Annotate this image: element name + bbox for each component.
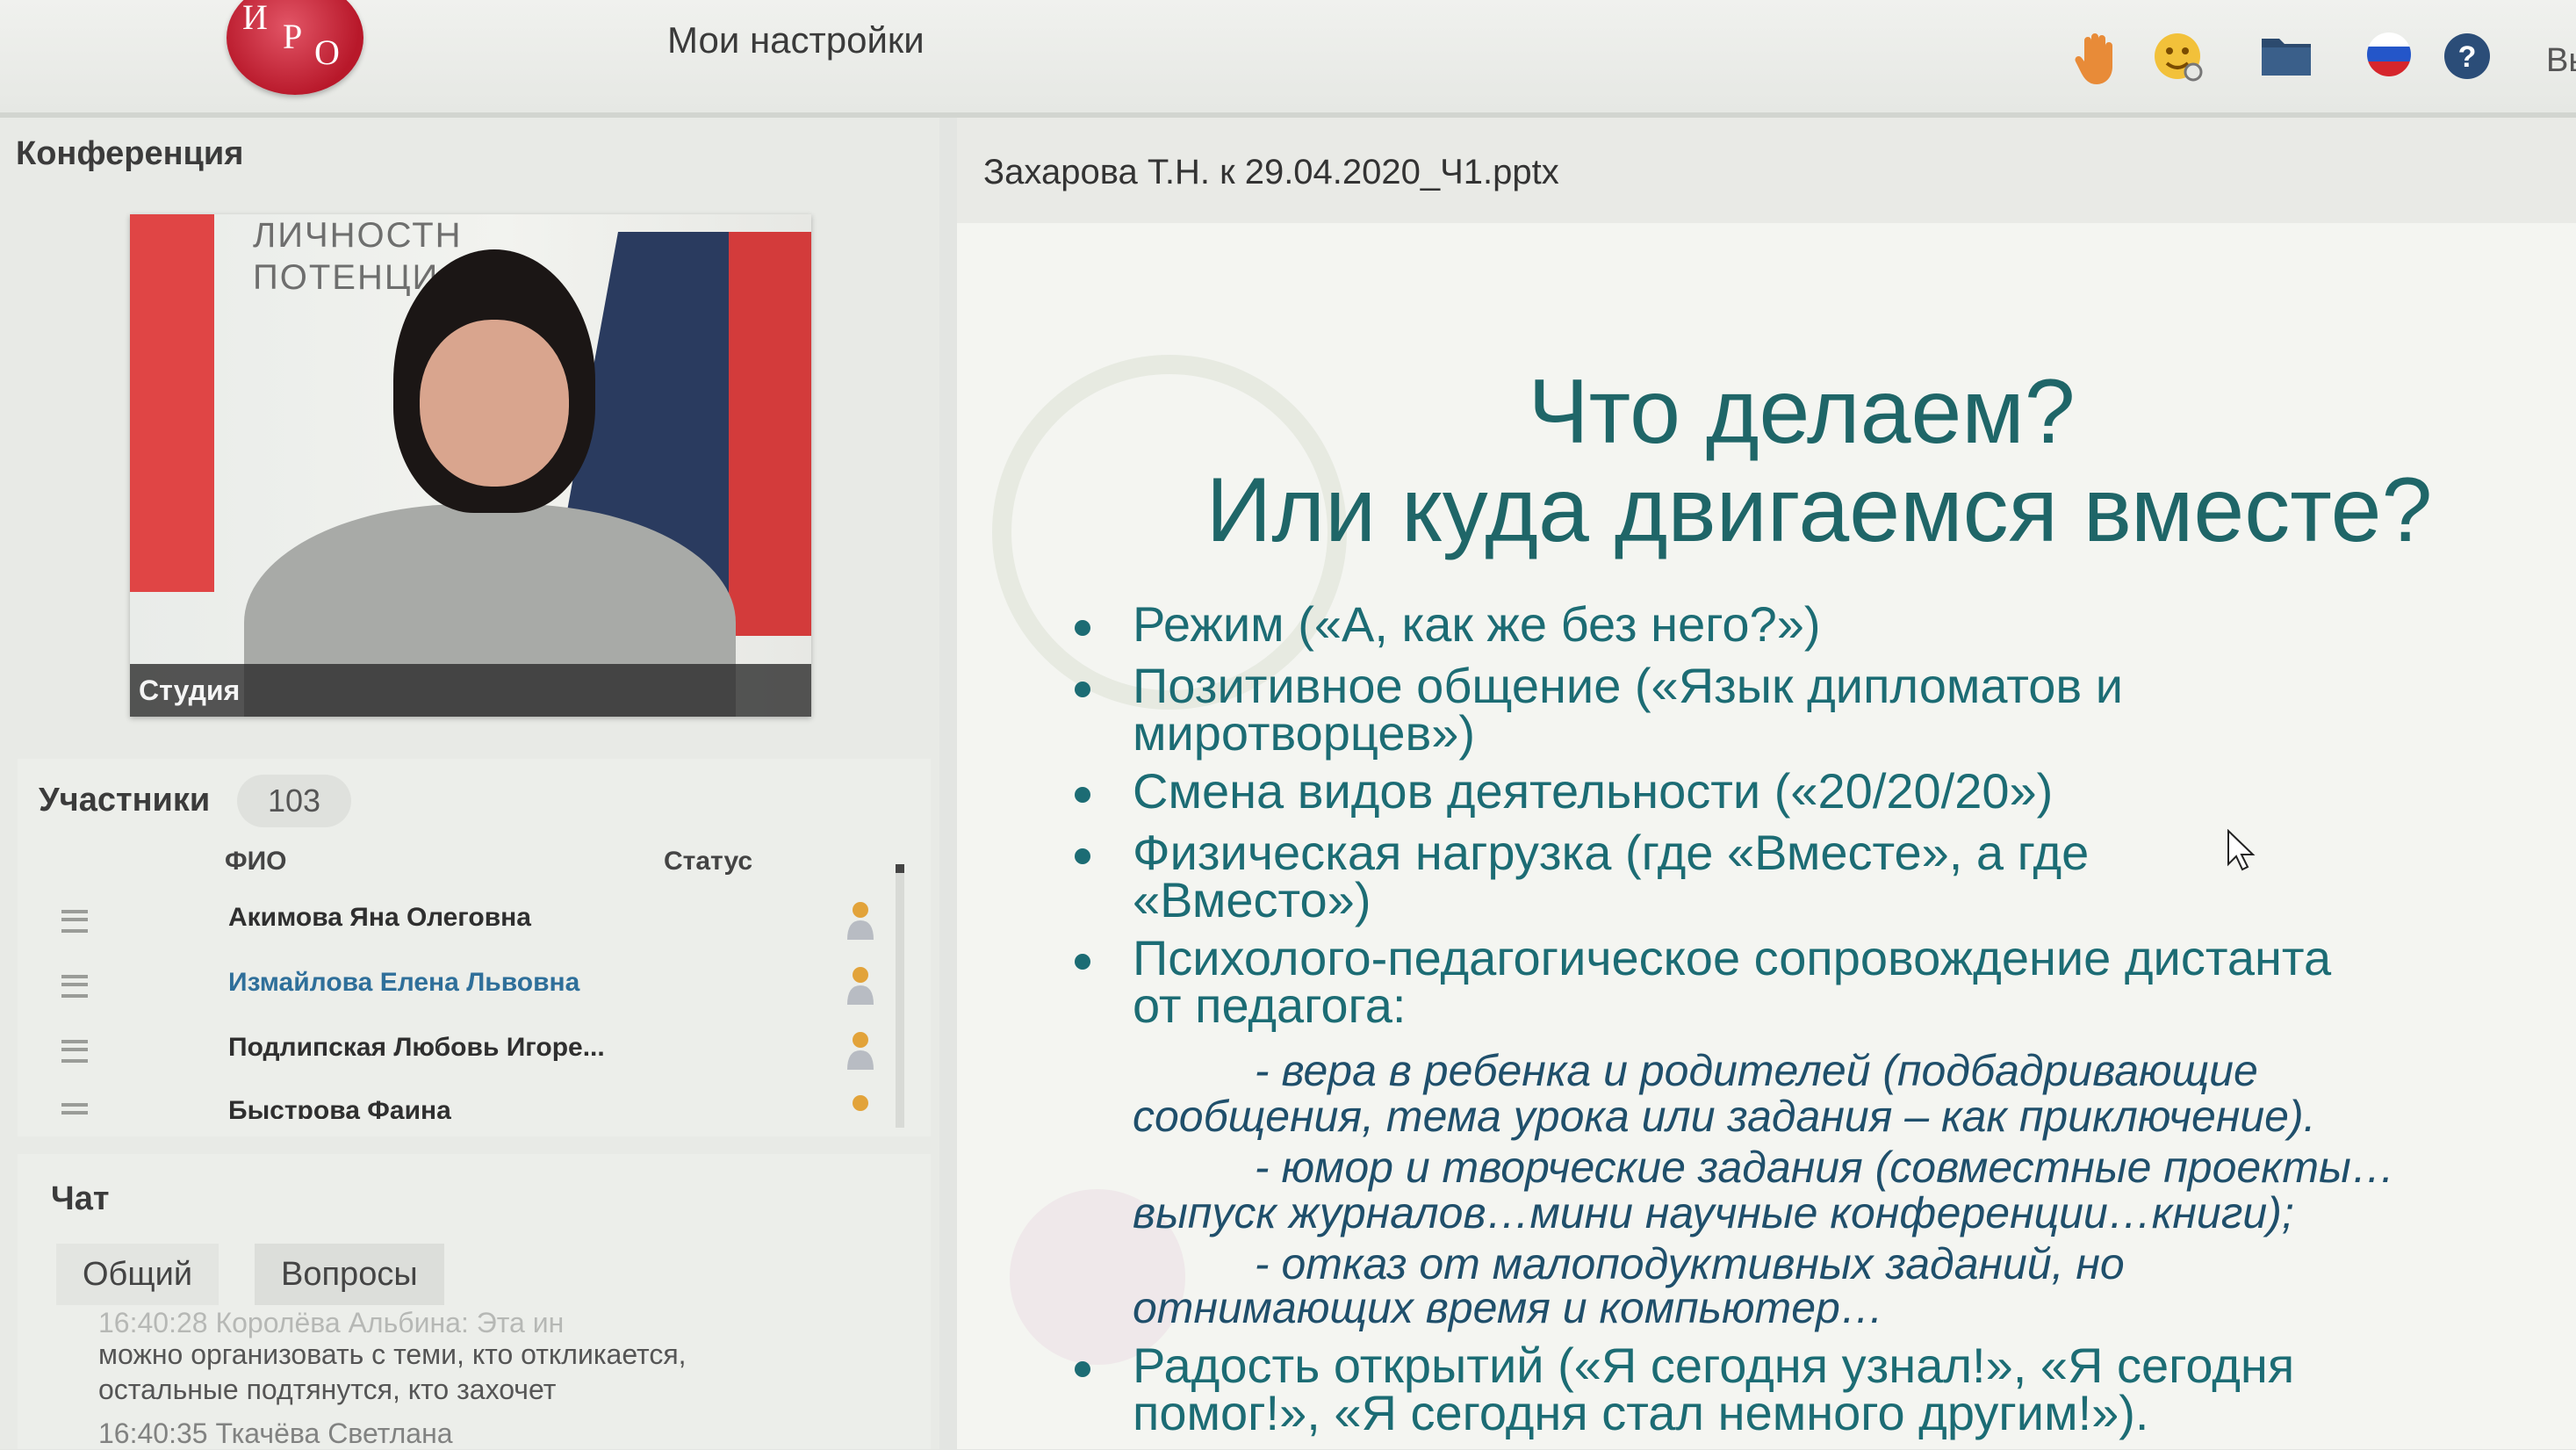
participants-title: Участники: [39, 782, 211, 819]
user-status-icon: [847, 902, 874, 940]
logo-letter: О: [314, 32, 340, 72]
chat-message-header: 16:40:35 Ткачёва Светлана: [98, 1418, 453, 1449]
slide-sub-item: - юмор и творческие задания (совместные …: [1133, 1143, 2395, 1192]
slide-bullet: Смена видов деятельности («20/20/20»): [1133, 763, 2054, 819]
speaker-face: [420, 320, 569, 487]
slide-bullet: Радость открытий («Я сегодня узнал!», «Я…: [1133, 1338, 2295, 1393]
participant-name: Быстрова Фаина: [228, 1096, 451, 1119]
slide-sub-item: выпуск журналов…мини научные конференции…: [1133, 1188, 2294, 1237]
sign-line: ЛИЧНОСТН: [253, 216, 463, 255]
my-settings-link[interactable]: Мои настройки: [667, 19, 925, 61]
participant-row[interactable]: Акимова Яна Олеговна: [44, 891, 896, 954]
top-bar: И Р О Мои настройки ? Вы: [0, 0, 2576, 118]
mouse-cursor-icon: [2227, 829, 2256, 871]
slide-bullet: от педагога:: [1133, 977, 1407, 1033]
video-decor: [729, 232, 811, 636]
participants-scroll-thumb[interactable]: [896, 864, 904, 873]
folder-icon[interactable]: [2260, 32, 2313, 77]
participants-scrollbar[interactable]: [896, 864, 904, 1128]
slide-sub-item: отнимающих время и компьютер…: [1133, 1283, 1884, 1332]
drag-handle-icon[interactable]: [61, 910, 88, 933]
participant-row[interactable]: Измайлова Елена Львовна: [44, 956, 896, 1019]
participant-row[interactable]: Подлипская Любовь Игоре...: [44, 1021, 896, 1084]
user-status-icon: [847, 1032, 874, 1070]
slide-sub-item: сообщения, тема урока или задания – как …: [1133, 1092, 2316, 1141]
russian-flag-icon[interactable]: [2364, 32, 2414, 77]
exit-link[interactable]: Вы: [2546, 42, 2576, 80]
video-caption: Студия: [130, 664, 811, 717]
bullet-dot: [1075, 787, 1090, 803]
svg-text:?: ?: [2458, 40, 2477, 74]
chat-message-text: остальные подтянутся, кто захочет: [98, 1374, 557, 1405]
chat-message-header: 16:40:28 Королёва Альбина: Эта ин: [98, 1307, 565, 1338]
drag-handle-icon[interactable]: [61, 1040, 88, 1063]
chat-message-text: можно организовать с теми, кто откликает…: [98, 1338, 687, 1370]
left-panel: Конференция ЛИЧНОСТН ПОТЕНЦИ Студия Учас…: [0, 118, 939, 1449]
slide-bullet: «Вместо»): [1133, 872, 1371, 927]
drag-handle-icon[interactable]: [61, 975, 88, 998]
slide-heading: Что делаем?: [1528, 361, 2076, 463]
user-status-icon: [853, 1095, 868, 1111]
drag-handle-icon[interactable]: [61, 1103, 88, 1119]
presentation-header: Захарова Т.Н. к 29.04.2020_Ч1.pptx: [957, 118, 2576, 223]
chat-tab-general[interactable]: Общий: [56, 1244, 219, 1305]
bullet-dot: [1075, 620, 1090, 636]
bullet-dot: [1075, 682, 1090, 697]
presentation-slide: Что делаем? Или куда двигаемся вместе? Р…: [957, 223, 2576, 1449]
chat-title: Чат: [51, 1180, 110, 1217]
slide-heading: Или куда двигаемся вместе?: [1205, 459, 2433, 561]
chat-panel: Чат Общий Вопросы 16:40:28 Королёва Альб…: [18, 1154, 931, 1449]
slide-bullet: Режим («А, как же без него?»): [1133, 596, 1821, 652]
conference-title: Конференция: [16, 135, 244, 172]
logo-letter: Р: [283, 17, 303, 56]
participant-name: Подлипская Любовь Игоре...: [228, 1033, 605, 1062]
slide-bullet: помог!», «Я сегодня стал немного другим!…: [1133, 1385, 2149, 1440]
participants-panel: Участники 103 ФИО Статус Акимова Яна Оле…: [18, 759, 931, 1136]
logo: И Р О: [227, 0, 363, 95]
user-status-icon: [847, 967, 874, 1005]
video-stream[interactable]: ЛИЧНОСТН ПОТЕНЦИ Студия: [130, 214, 811, 717]
logo-letter: И: [242, 0, 268, 37]
participants-count-badge: 103: [237, 775, 351, 827]
participant-row[interactable]: Быстрова Фаина: [44, 1084, 896, 1119]
column-header-status[interactable]: Статус: [664, 847, 752, 876]
slide-bullet: миротворцев»): [1133, 705, 1476, 761]
bullet-dot: [1075, 1361, 1090, 1377]
raise-hand-icon[interactable]: [2072, 32, 2121, 86]
presentation-file-name: Захарова Т.Н. к 29.04.2020_Ч1.pptx: [983, 153, 1559, 191]
slide-bullet: Психолого-педагогическое сопровождение д…: [1133, 930, 2332, 985]
participant-name: Акимова Яна Олеговна: [228, 903, 531, 932]
participant-name: Измайлова Елена Львовна: [228, 968, 580, 997]
emoji-icon[interactable]: [2153, 32, 2205, 84]
slide-bullet: Физическая нагрузка (где «Вместе», а где: [1133, 825, 2090, 880]
slide-sub-item: - вера в ребенка и родителей (подбадрива…: [1133, 1046, 2258, 1095]
bullet-dot: [1075, 848, 1090, 864]
column-header-name[interactable]: ФИО: [225, 847, 287, 876]
bullet-dot: [1075, 954, 1090, 970]
slide-bullet: Позитивное общение («Язык дипломатов и: [1133, 658, 2124, 713]
chat-tab-questions[interactable]: Вопросы: [255, 1244, 444, 1305]
video-decor: [130, 214, 214, 592]
slide-sub-item: - отказ от малоподуктивных заданий, но: [1133, 1239, 2125, 1288]
help-icon[interactable]: ?: [2443, 32, 2492, 81]
